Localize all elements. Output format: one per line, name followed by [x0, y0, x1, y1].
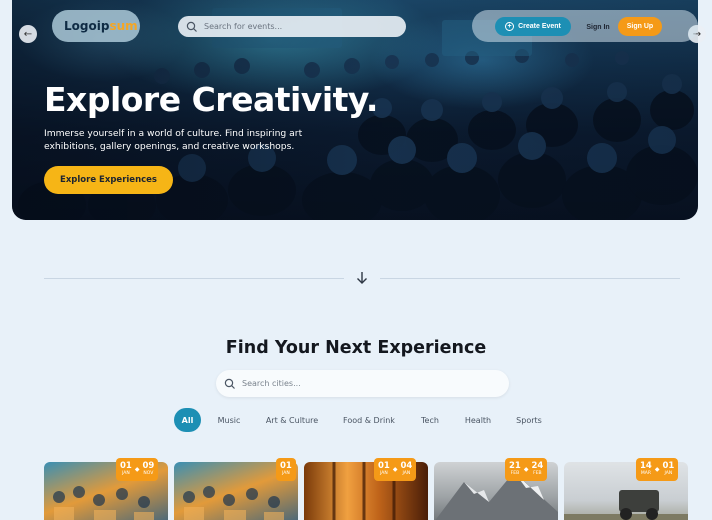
- explore-experiences-button[interactable]: Explore Experiences: [44, 166, 173, 194]
- date-badge: 21 FEB ◆ 24 FEB: [505, 458, 548, 481]
- start-month: JAN: [282, 471, 290, 476]
- hero-title: Explore Creativity.: [44, 80, 378, 119]
- sign-in-button[interactable]: Sign In: [579, 20, 617, 34]
- category-filters: All Music Art & Culture Food & Drink Tec…: [0, 408, 712, 432]
- filter-chip-tech[interactable]: Tech: [413, 408, 447, 432]
- filter-chip-health[interactable]: Health: [458, 408, 498, 432]
- diamond-icon: ◆: [654, 466, 660, 473]
- end-day: 01: [662, 461, 675, 471]
- logo-accent-text: sum: [109, 19, 138, 33]
- start-day: 01: [120, 461, 132, 471]
- end-month: NOV: [143, 471, 154, 476]
- end-month: JAN: [664, 471, 673, 476]
- start-day: 01: [280, 461, 292, 471]
- start-month: FEB: [510, 471, 520, 476]
- filter-chip-art-culture[interactable]: Art & Culture: [258, 408, 326, 432]
- start-day: 01: [378, 461, 390, 471]
- logo[interactable]: Logoipsum: [52, 10, 140, 42]
- event-search-bar[interactable]: [178, 16, 406, 37]
- city-search-bar[interactable]: [216, 370, 509, 397]
- filter-chip-all[interactable]: All: [174, 408, 201, 432]
- search-icon: [186, 21, 197, 32]
- end-day: 09: [142, 461, 155, 471]
- divider-right: [380, 278, 680, 279]
- filter-chip-food-drink[interactable]: Food & Drink: [336, 408, 402, 432]
- diamond-icon: ◆: [134, 466, 140, 473]
- carousel-prev-button[interactable]: ←: [19, 25, 37, 43]
- date-badge: 01 JAN ◆ 04 JAN: [374, 458, 417, 481]
- arrow-down-icon[interactable]: [354, 270, 370, 286]
- diamond-icon: ◆: [392, 466, 398, 473]
- arrow-left-icon: ←: [23, 28, 33, 40]
- end-month: FEB: [533, 471, 542, 476]
- search-icon: [224, 378, 235, 389]
- event-search-input[interactable]: [204, 22, 394, 31]
- date-badge: 01 JAN: [276, 458, 296, 481]
- start-month: JAN: [380, 471, 388, 476]
- diamond-icon: ◆: [523, 466, 529, 473]
- sign-up-button[interactable]: Sign Up: [618, 17, 662, 36]
- date-badge: 01 JAN ◆ 09 NOV: [116, 458, 159, 481]
- start-month: MAR: [640, 471, 651, 476]
- logo-text: Logoipsum: [64, 19, 138, 33]
- end-day: 24: [531, 461, 544, 471]
- end-day: 04: [400, 461, 413, 471]
- start-day: 14: [640, 461, 652, 471]
- create-event-button[interactable]: + Create Event: [495, 17, 571, 36]
- date-badge: 14 MAR ◆ 01 JAN: [636, 458, 679, 481]
- hero-subtitle: Immerse yourself in a world of culture. …: [44, 128, 303, 152]
- end-month: JAN: [402, 471, 411, 476]
- filter-chip-music[interactable]: Music: [211, 408, 247, 432]
- start-day: 21: [509, 461, 521, 471]
- city-search-input[interactable]: [242, 379, 492, 388]
- top-nav: Logoipsum + Create Event Sign In Sign Up: [52, 10, 698, 42]
- create-event-label: Create Event: [518, 23, 561, 30]
- start-month: JAN: [122, 471, 130, 476]
- divider-left: [44, 278, 344, 279]
- section-title: Find Your Next Experience: [225, 338, 487, 358]
- logo-main-text: Logoip: [64, 19, 110, 33]
- filter-chip-sports[interactable]: Sports: [509, 408, 549, 432]
- plus-circle-icon: +: [505, 22, 515, 31]
